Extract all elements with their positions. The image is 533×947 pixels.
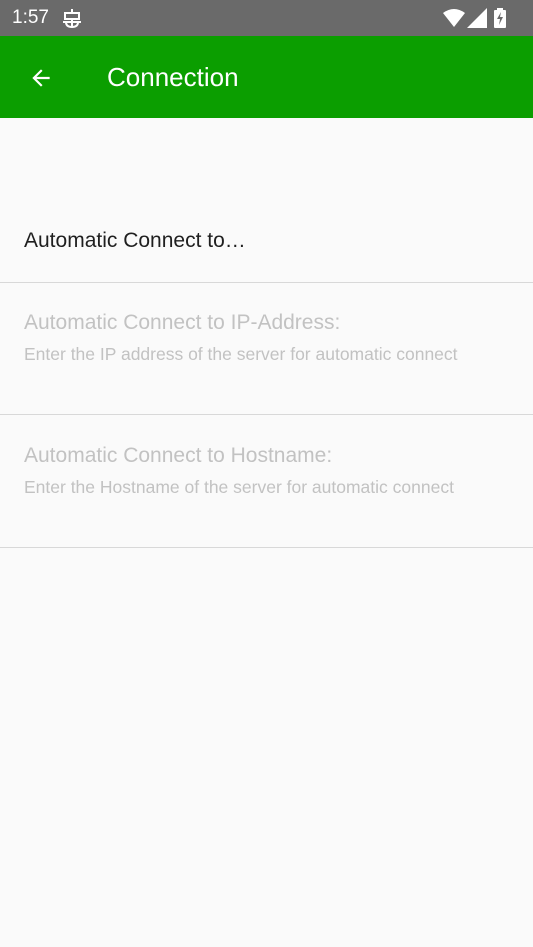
back-button[interactable] — [12, 49, 68, 105]
wifi-icon — [443, 9, 465, 27]
debug-icon — [63, 9, 81, 28]
auto-connect-hostname-preference[interactable]: Automatic Connect to Hostname: Enter the… — [0, 415, 533, 548]
preference-summary: Enter the IP address of the server for a… — [24, 344, 458, 364]
preference-title: Automatic Connect to IP-Address: — [24, 311, 341, 334]
page-title: Connection — [107, 62, 239, 92]
arrow-back-icon — [32, 69, 50, 87]
auto-connect-category-label: Automatic Connect to… — [24, 229, 246, 252]
app-bar: Connection — [0, 36, 533, 118]
auto-connect-ip-preference[interactable]: Automatic Connect to IP-Address: Enter t… — [0, 282, 533, 415]
battery-charging-icon — [494, 8, 506, 28]
status-bar: 1:57 — [0, 0, 533, 36]
signal-icon — [467, 8, 487, 28]
preference-title: Automatic Connect to Hostname: — [24, 444, 333, 467]
preference-summary: Enter the Hostname of the server for aut… — [24, 477, 454, 497]
status-time: 1:57 — [12, 7, 49, 28]
